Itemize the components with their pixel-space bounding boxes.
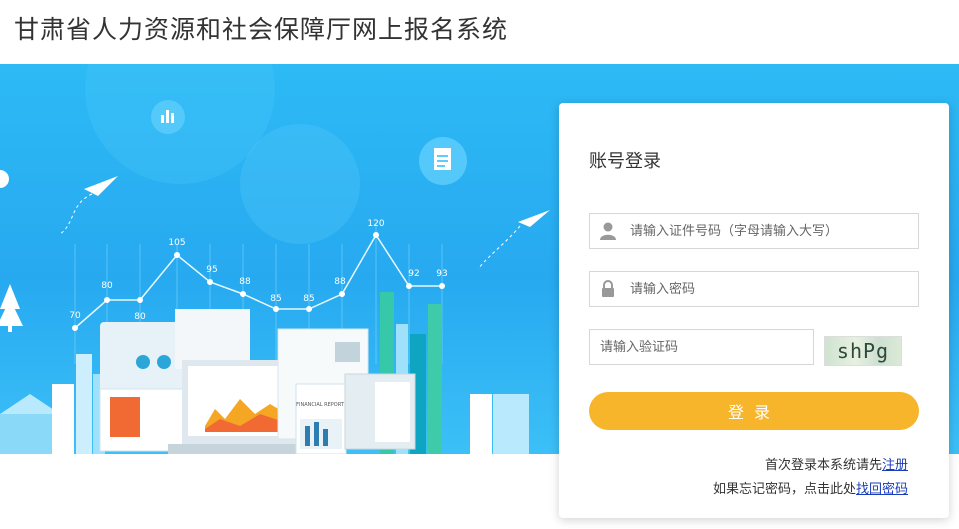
chart-value-label: 85	[303, 294, 314, 304]
lock-icon	[602, 280, 614, 297]
bg-blob	[240, 124, 360, 244]
register-prefix: 首次登录本系统请先	[764, 458, 882, 473]
captcha-image[interactable]: shPg	[824, 336, 902, 366]
user-icon	[600, 222, 616, 240]
site-title: 甘肃省人力资源和社会保障厅网上报名系统	[14, 15, 509, 44]
register-link[interactable]: 注册	[882, 458, 908, 473]
chart-value-label: 85	[270, 294, 281, 304]
paper-plane-icon	[84, 176, 118, 196]
chart-value-label: 105	[168, 238, 185, 248]
chart-value-label: 70	[69, 311, 81, 321]
chart-value-label: 95	[206, 265, 217, 275]
chart-value-label: 80	[134, 312, 146, 322]
login-title: 账号登录	[589, 151, 661, 172]
login-button[interactable]: 登录	[589, 392, 919, 430]
forgot-prefix: 如果忘记密码，点击此处	[712, 482, 856, 497]
chart-value-label: 88	[334, 277, 346, 287]
bg-dot	[0, 170, 9, 188]
paper-plane-icon	[518, 210, 550, 227]
captcha-field[interactable]	[589, 329, 814, 365]
forgot-password-link[interactable]: 找回密码	[856, 482, 908, 497]
chart-value-label: 93	[436, 269, 447, 279]
report-label: FINANCIAL REPORT	[296, 402, 345, 408]
chart-value-label: 92	[408, 269, 419, 279]
captcha-input[interactable]	[600, 330, 805, 364]
chart-value-label: 88	[239, 277, 251, 287]
page-header: 甘肃省人力资源和社会保障厅网上报名系统	[0, 0, 959, 62]
forgot-hint: 如果忘记密码，点击此处找回密码	[713, 478, 908, 497]
chart-value-label: 80	[101, 281, 113, 291]
password-input[interactable]	[630, 272, 910, 306]
id-number-field[interactable]	[589, 213, 919, 249]
device-illustration: FINANCIAL REPORT	[99, 309, 416, 454]
chart-value-label: 120	[367, 219, 384, 229]
register-hint: 首次登录本系统请先注册	[765, 454, 908, 473]
password-field[interactable]	[589, 271, 919, 307]
id-number-input[interactable]	[630, 214, 910, 248]
login-panel: 账号登录 shPg 登录 首次登录本系统请先注册 如果忘记密码，点击此处找回密码	[559, 103, 949, 518]
